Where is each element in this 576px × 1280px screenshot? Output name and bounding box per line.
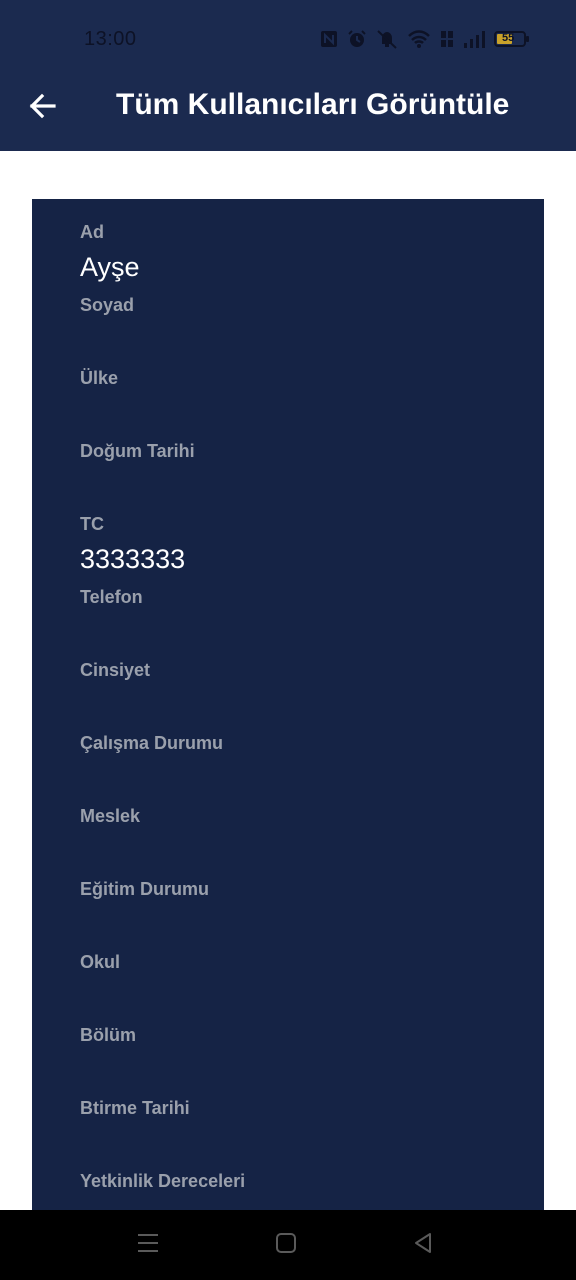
page-title: Tüm Kullanıcıları Görüntüle [116,88,510,121]
field-label: Eğitim Durumu [80,879,209,899]
home-icon [274,1231,298,1260]
mute-icon [376,29,398,49]
field-label: Ad [80,222,104,242]
field-okul: Okul [80,951,520,973]
field-soyad: Soyad [80,294,520,316]
field-label: Doğum Tarihi [80,441,195,461]
field-label: TC [80,514,104,534]
battery-level: 55 [502,32,515,44]
nav-menu-button[interactable] [133,1230,163,1260]
signal-icon [463,29,485,49]
field-label: Okul [80,952,121,972]
field-cinsiyet: Cinsiyet [80,659,520,681]
field-calisma-durumu: Çalışma Durumu [80,732,520,754]
back-button[interactable] [20,86,64,130]
field-value: Ayşe [80,252,140,282]
field-ulke: Ülke [80,367,520,389]
field-label: Bölüm [80,1025,136,1045]
volte-icon [440,29,454,49]
field-label: Soyad [80,295,135,315]
header: Tüm Kullanıcıları Görüntüle [0,76,576,140]
field-bitirme-tarihi: Btirme Tarihi [80,1097,520,1119]
wifi-icon [407,29,431,49]
nfc-icon [320,29,338,49]
field-meslek: Meslek [80,805,520,827]
field-label: Ülke [80,368,119,388]
status-time: 13:00 [84,28,137,50]
field-ad: Ad Ayşe [80,221,520,283]
field-yetkinlik-dereceleri: Yetkinlik Dereceleri [80,1170,520,1192]
menu-icon [136,1231,160,1260]
field-label: Telefon [80,587,143,607]
app-bar: 13:00 55 Tüm Kullanıcıları Görüntüle [0,0,576,151]
field-label: Meslek [80,806,141,826]
field-bolum: Bölüm [80,1024,520,1046]
field-tc: TC 3333333 [80,513,520,575]
user-detail-card: Ad Ayşe Soyad Ülke Doğum Tarihi TC 33333… [32,199,544,1210]
alarm-icon [347,29,367,49]
status-icons: 55 [320,27,530,51]
field-egitim-durumu: Eğitim Durumu [80,878,520,900]
field-label: Cinsiyet [80,660,151,680]
field-value: 3333333 [80,544,186,574]
field-dogum-tarihi: Doğum Tarihi [80,440,520,462]
field-label: Btirme Tarihi [80,1098,190,1118]
status-bar: 13:00 55 [0,20,576,58]
field-telefon: Telefon [80,586,520,608]
back-icon [411,1231,435,1260]
arrow-left-icon [27,91,57,126]
system-nav-bar [0,1210,576,1280]
field-label: Yetkinlik Dereceleri [80,1171,246,1191]
battery-icon: 55 [494,29,530,49]
field-label: Çalışma Durumu [80,733,224,753]
nav-home-button[interactable] [271,1230,301,1260]
nav-back-button[interactable] [408,1230,438,1260]
